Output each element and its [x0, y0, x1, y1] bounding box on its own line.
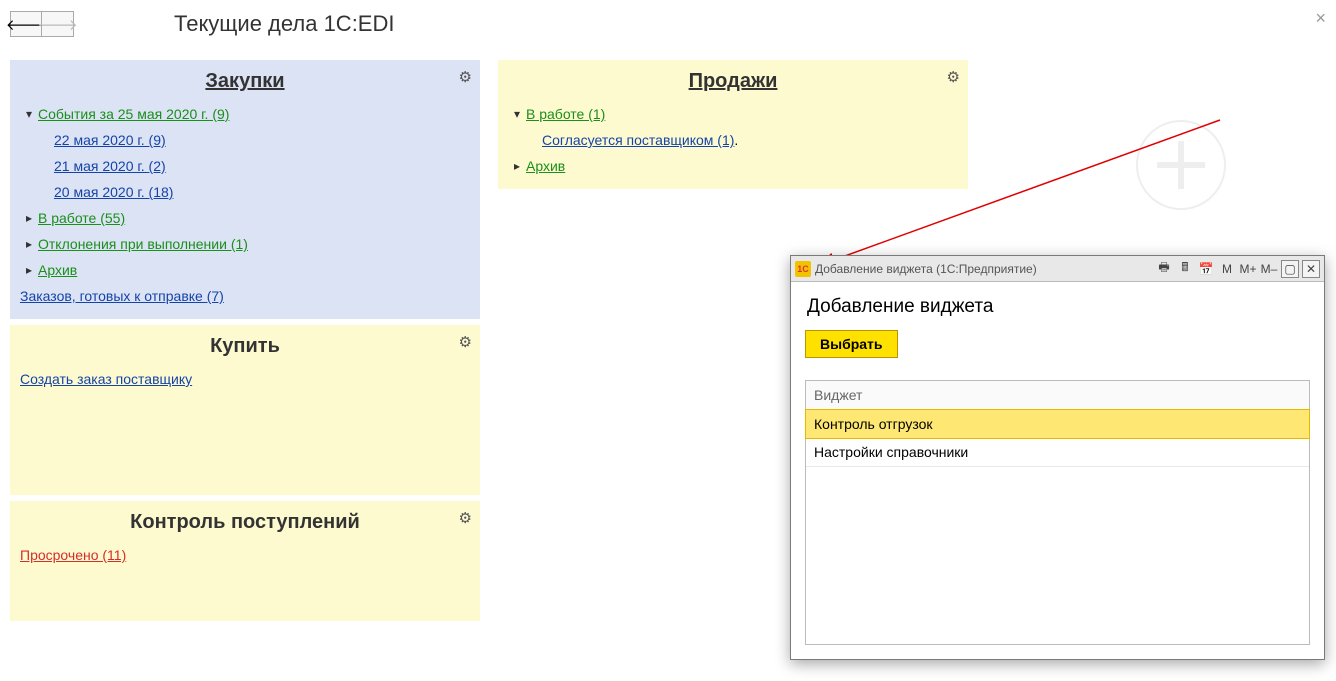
dialog-titlebar[interactable]: 1C Добавление виджета (1С:Предприятие) 🖶…	[791, 256, 1324, 282]
dialog-close-icon[interactable]: ✕	[1302, 260, 1320, 278]
widget-buy: ⚙ Купить Создать заказ поставщику	[10, 325, 480, 495]
grid-empty-area	[806, 467, 1309, 644]
chevron-down-icon[interactable]: ▾	[508, 107, 526, 121]
widget-receipts: ⚙ Контроль поступлений Просрочено (11)	[10, 501, 480, 621]
purchases-date-20[interactable]: 20 мая 2020 г. (18)	[54, 184, 173, 200]
purchases-events-link[interactable]: События за 25 мая 2020 г. (9)	[38, 106, 229, 122]
sales-archive[interactable]: Архив	[526, 158, 565, 174]
gear-icon[interactable]: ⚙	[459, 509, 472, 527]
create-supplier-order[interactable]: Создать заказ поставщику	[20, 371, 192, 387]
grid-column-header[interactable]: Виджет	[806, 381, 1309, 410]
gear-icon[interactable]: ⚙	[947, 68, 960, 86]
page-title: Текущие дела 1C:EDI	[174, 11, 394, 37]
dialog-window-title: Добавление виджета (1С:Предприятие)	[815, 262, 1037, 276]
purchases-ready-orders[interactable]: Заказов, готовых к отправке (7)	[20, 288, 224, 304]
chevron-right-icon[interactable]: ▸	[20, 263, 38, 277]
receipts-overdue[interactable]: Просрочено (11)	[20, 547, 126, 563]
sales-agreed[interactable]: Согласуется поставщиком (1)	[542, 132, 734, 148]
gear-icon[interactable]: ⚙	[459, 333, 472, 351]
app-1c-icon: 1C	[795, 261, 811, 277]
printer-icon[interactable]: 🖶	[1155, 260, 1173, 278]
sales-in-work[interactable]: В работе (1)	[526, 106, 605, 122]
widget-title-sales[interactable]: Продажи	[508, 70, 958, 93]
gear-icon[interactable]: ⚙	[459, 68, 472, 86]
purchases-in-work[interactable]: В работе (55)	[38, 210, 125, 226]
purchases-date-22[interactable]: 22 мая 2020 г. (9)	[54, 132, 166, 148]
m-plus-button[interactable]: M+	[1239, 260, 1257, 278]
purchases-date-21[interactable]: 21 мая 2020 г. (2)	[54, 158, 166, 174]
maximize-icon[interactable]: ▢	[1281, 260, 1299, 278]
chevron-right-icon[interactable]: ▸	[508, 159, 526, 173]
chevron-right-icon[interactable]: ▸	[20, 237, 38, 251]
purchases-deviations[interactable]: Отклонения при выполнении (1)	[38, 236, 248, 252]
calendar-icon[interactable]: 📅	[1197, 260, 1215, 278]
widget-sales: ⚙ Продажи ▾ В работе (1) Согласуется пос…	[498, 60, 968, 189]
widget-list-row[interactable]: Контроль отгрузок	[805, 409, 1310, 439]
widget-title-buy: Купить	[20, 335, 470, 358]
chevron-right-icon[interactable]: ▸	[20, 211, 38, 225]
add-widget-placeholder-icon[interactable]	[1136, 120, 1226, 210]
widget-list: Виджет Контроль отгрузок Настройки справ…	[805, 380, 1310, 645]
add-widget-dialog: 1C Добавление виджета (1С:Предприятие) 🖶…	[790, 255, 1325, 660]
widget-purchases: ⚙ Закупки ▾ События за 25 мая 2020 г. (9…	[10, 60, 480, 319]
m-minus-button[interactable]: M–	[1260, 260, 1278, 278]
widget-title-receipts: Контроль поступлений	[20, 511, 470, 534]
calculator-icon[interactable]: 🖩	[1176, 260, 1194, 278]
widget-title-purchases[interactable]: Закупки	[20, 70, 470, 93]
purchases-archive[interactable]: Архив	[38, 262, 77, 278]
m-button[interactable]: M	[1218, 260, 1236, 278]
choose-button[interactable]: Выбрать	[805, 330, 898, 358]
close-icon[interactable]: ×	[1315, 8, 1326, 29]
chevron-down-icon[interactable]: ▾	[20, 107, 38, 121]
widget-list-row[interactable]: Настройки справочники	[806, 438, 1309, 467]
nav-forward-button[interactable]: 🡒	[42, 11, 74, 37]
dialog-heading: Добавление виджета	[807, 296, 1310, 318]
